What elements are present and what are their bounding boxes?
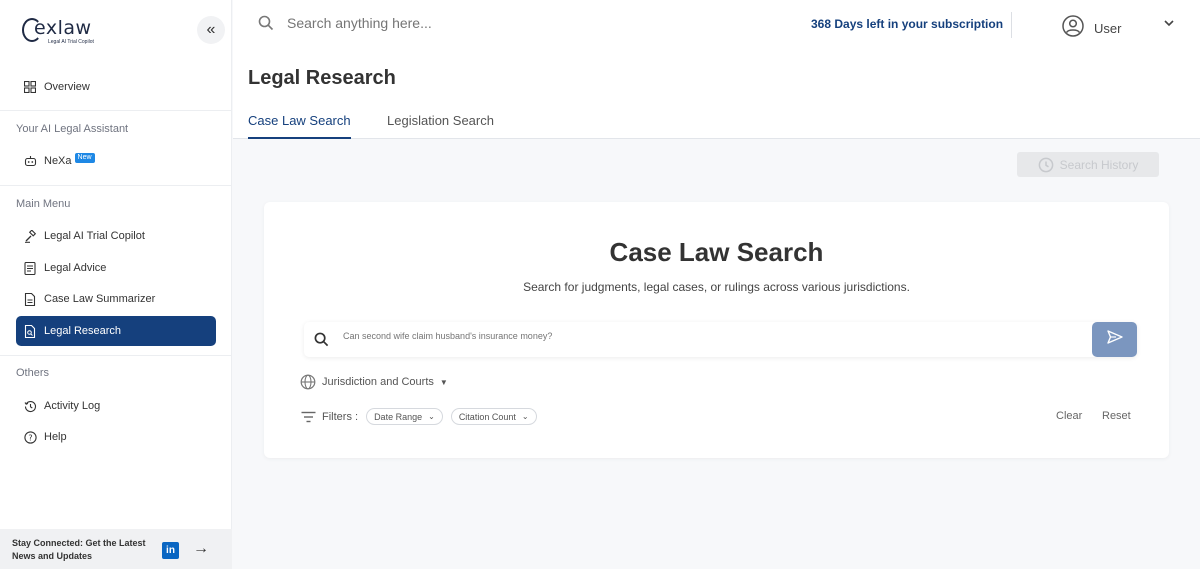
collapse-sidebar-button[interactable]: «: [197, 16, 225, 44]
linkedin-icon[interactable]: in: [162, 542, 179, 559]
sidebar-divider: [0, 185, 232, 186]
page-title: Legal Research: [248, 67, 396, 89]
sidebar-divider: [0, 110, 232, 111]
search-history-label: Search History: [1059, 157, 1139, 172]
card-subtitle: Search for judgments, legal cases, or ru…: [523, 280, 910, 294]
chevron-down-icon: ⌄: [428, 412, 435, 421]
section-label-others: Others: [16, 367, 50, 379]
date-range-filter[interactable]: Date Range ⌄: [366, 408, 443, 425]
caret-down-icon: ▼: [439, 377, 448, 387]
user-menu[interactable]: User: [1062, 15, 1121, 42]
sidebar-item-legal-research[interactable]: Legal Research: [16, 316, 216, 346]
filter-icon: [301, 411, 316, 423]
logo[interactable]: exlaw Legal AI Trial Copilot: [22, 16, 94, 48]
chip-label: Date Range: [374, 411, 423, 422]
chevron-down-icon: ⌄: [521, 412, 529, 421]
search-icon: [258, 15, 274, 36]
send-icon: [1106, 330, 1123, 349]
chevron-down-icon[interactable]: [1163, 16, 1175, 34]
page-header: Legal Research Case Law Search Legislati…: [233, 50, 1200, 139]
search-icon: [314, 332, 329, 352]
user-avatar-icon: [1062, 15, 1084, 42]
search-history-button[interactable]: Search History: [1017, 152, 1159, 177]
arrow-right-icon[interactable]: →: [193, 540, 209, 558]
grid-icon: [23, 80, 37, 94]
top-bar: 368 Days left in your subscription User: [233, 0, 1200, 50]
section-label-main-menu: Main Menu: [16, 198, 71, 210]
clock-icon: [1038, 157, 1054, 173]
filters-row: Filters : Date Range ⌄ Citation Count ⌄: [301, 408, 537, 425]
case-law-search-card: Case Law Search Search for judgments, le…: [264, 202, 1169, 458]
file-icon: [23, 292, 37, 306]
sidebar-item-activity-log[interactable]: Activity Log: [16, 391, 216, 421]
case-search-box: [304, 322, 1137, 357]
sidebar-item-nexa[interactable]: NeXa New: [16, 146, 216, 176]
clear-button[interactable]: Clear: [1056, 410, 1082, 422]
filters-label: Filters :: [322, 410, 359, 423]
gavel-icon: [23, 229, 37, 243]
sidebar-item-label: Legal Research: [44, 325, 122, 337]
section-label-assistant: Your AI Legal Assistant: [16, 123, 129, 135]
sidebar-item-label: NeXa: [44, 155, 72, 167]
file-search-icon: [23, 324, 37, 338]
sidebar-item-label: Activity Log: [44, 400, 101, 412]
subscription-status: 368 Days left in your subscription: [811, 17, 1004, 31]
footer-text: Stay Connected: Get the Latest News and …: [12, 538, 146, 561]
case-search-input[interactable]: [343, 331, 1043, 341]
history-icon: [23, 399, 37, 413]
globe-icon: [300, 374, 316, 390]
sidebar-item-legal-advice[interactable]: Legal Advice: [16, 253, 216, 283]
sidebar-divider: [0, 355, 232, 356]
global-search-input[interactable]: [287, 15, 587, 31]
tab-case-law-search[interactable]: Case Law Search: [248, 113, 351, 139]
sidebar: exlaw Legal AI Trial Copilot « Overview …: [0, 0, 232, 569]
help-circle-icon: ?: [23, 430, 37, 444]
reset-button[interactable]: Reset: [1102, 410, 1131, 422]
sidebar-item-label: Overview: [44, 81, 90, 93]
jurisdiction-label: Jurisdiction and Courts: [322, 376, 434, 388]
logo-tagline: Legal AI Trial Copilot: [48, 39, 94, 45]
document-list-icon: [23, 261, 37, 275]
logo-text: exlaw: [34, 17, 92, 39]
jurisdiction-dropdown[interactable]: Jurisdiction and Courts ▼: [300, 374, 448, 390]
sidebar-item-label: Legal AI Trial Copilot: [44, 230, 145, 242]
sidebar-item-help[interactable]: ? Help: [16, 422, 216, 452]
tab-legislation-search[interactable]: Legislation Search: [387, 113, 494, 137]
svg-text:?: ?: [28, 433, 32, 442]
sidebar-item-label: Legal Advice: [44, 262, 107, 274]
sidebar-item-trial-copilot[interactable]: Legal AI Trial Copilot: [16, 221, 216, 251]
send-search-button[interactable]: [1092, 322, 1137, 357]
chip-label: Citation Count: [458, 411, 516, 422]
topbar-divider: [1011, 12, 1012, 38]
card-title: Case Law Search: [609, 237, 824, 267]
double-chevron-left-icon: «: [206, 21, 216, 38]
sidebar-item-label: Case Law Summarizer: [44, 293, 156, 305]
user-name: User: [1094, 21, 1122, 36]
sidebar-item-label: Help: [44, 431, 67, 443]
robot-icon: [23, 154, 37, 168]
citation-count-filter[interactable]: Citation Count ⌄: [450, 408, 537, 425]
sidebar-item-case-law-summarizer[interactable]: Case Law Summarizer: [16, 284, 216, 314]
new-badge: New: [74, 152, 95, 163]
sidebar-footer: Stay Connected: Get the Latest News and …: [0, 529, 232, 569]
sidebar-item-overview[interactable]: Overview: [16, 72, 216, 102]
